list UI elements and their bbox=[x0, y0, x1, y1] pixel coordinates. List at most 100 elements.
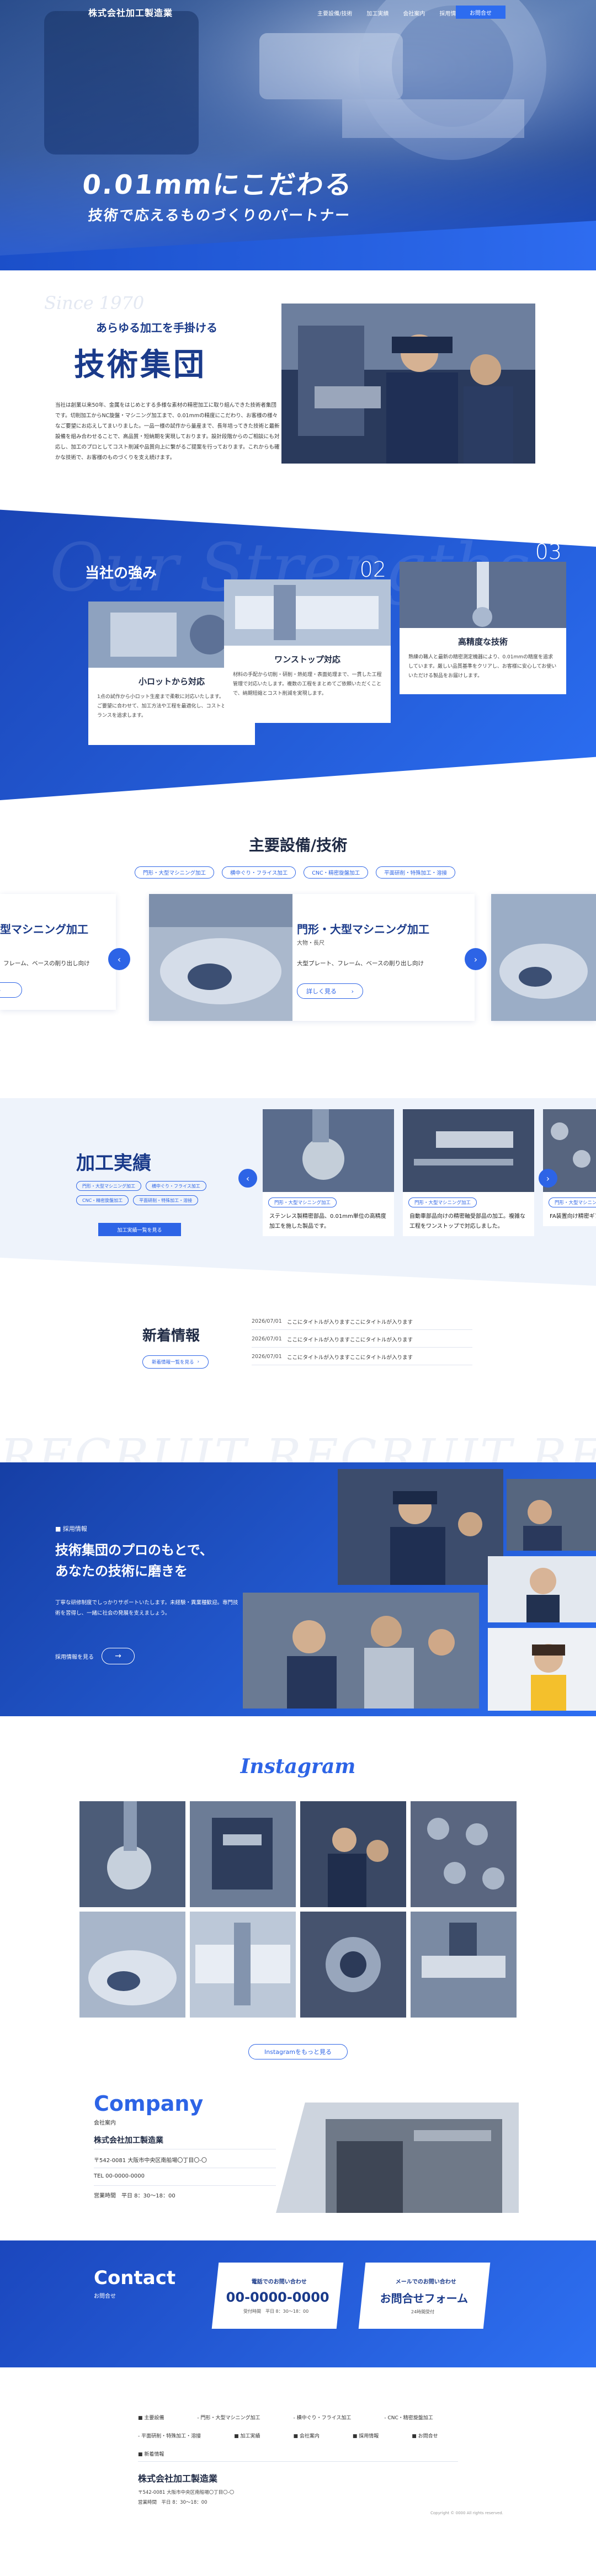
news-item[interactable]: 2026/07/01 ここにタイトルが入りますここにタイトルが入ります bbox=[252, 1349, 472, 1365]
company-section: Company 会社案内 株式会社加工製造業 〒542-0081 大阪市中央区南… bbox=[0, 2080, 596, 2240]
footer-nav-item[interactable]: - 門形・大型マシニング加工 bbox=[197, 2414, 276, 2421]
works-card[interactable]: 門形・大型マシニング加工 ステンレス製精密部品、0.01mm単位の高精度加工を施… bbox=[263, 1109, 394, 1236]
equipment-next-arrow-icon[interactable]: › bbox=[465, 948, 487, 970]
strength-card-text: 熟練の職人と最新の精密測定機器により、0.01mmの精度を追求しています。厳しい… bbox=[408, 654, 557, 679]
works-pill-grinding[interactable]: 平面研削・特殊加工・溶接 bbox=[133, 1195, 199, 1205]
chevron-right-icon: › bbox=[197, 1359, 199, 1365]
equipment-detail-label: 詳しく見る bbox=[306, 988, 337, 995]
square-bullet-icon: ■ bbox=[55, 1525, 63, 1532]
strengths-section: Our Strengths 当社の強み 01 小ロットから対応 1点の試作から小… bbox=[0, 491, 596, 800]
footer-nav-item[interactable]: ■ お問合せ bbox=[412, 2432, 454, 2439]
strength-photo-3 bbox=[400, 562, 566, 628]
instagram-post[interactable] bbox=[411, 1801, 517, 1907]
works-pill-cnc[interactable]: CNC・精密旋盤加工 bbox=[76, 1195, 129, 1205]
nav-item-company[interactable]: 会社案内 bbox=[403, 9, 425, 17]
equipment-prev-detail-button[interactable]: › bbox=[0, 982, 22, 998]
equipment-pill-cnc[interactable]: CNC・精密旋盤加工 bbox=[304, 866, 369, 879]
nav-item-equipment[interactable]: 主要設備/技術 bbox=[317, 9, 352, 17]
strength-card-title: ワンストップ対応 bbox=[274, 654, 340, 664]
equipment-category-pills: 門形・大型マシニング加工 横中ぐり・フライス加工 CNC・精密旋盤加工 平面研削… bbox=[135, 866, 456, 879]
equipment-slide-prev[interactable]: 型マシニング加工 フレーム、ベースの削り出し向け › bbox=[0, 894, 116, 1010]
footer-nav-label: 会社案内 bbox=[299, 2434, 320, 2439]
recruit-link-label: 採用情報を見る bbox=[55, 1654, 94, 1660]
equipment-pill-grinding[interactable]: 平面研削・特殊加工・溶接 bbox=[376, 866, 456, 879]
recruit-section: ■ 採用情報 技術集団のプロのもとで、 あなたの技術に磨きを 丁寧な研修制度でし… bbox=[0, 1462, 596, 1716]
footer-nav-item[interactable]: - 横中ぐり・フライス加工 bbox=[294, 2414, 368, 2421]
equipment-slide-text: フレーム、ベースの削り出し向け bbox=[3, 960, 90, 967]
instagram-post[interactable] bbox=[411, 1912, 517, 2018]
footer-nav-item[interactable]: ■ 主要設備 bbox=[138, 2414, 180, 2421]
hero-subline: 技術で応えるものづくりのパートナー bbox=[87, 207, 352, 224]
works-pill-boring[interactable]: 横中ぐり・フライス加工 bbox=[146, 1181, 206, 1191]
works-card[interactable]: 門形・大型マシニング加工 FA装置向け精密ギアの加工実績 bbox=[543, 1109, 596, 1226]
works-card-tag: 門形・大型マシニング加工 bbox=[268, 1197, 337, 1207]
recruit-label-text: 採用情報 bbox=[62, 1525, 87, 1532]
instagram-post[interactable] bbox=[190, 1801, 296, 1907]
header-contact-button[interactable]: お問合せ bbox=[456, 6, 505, 19]
contact-mail-box[interactable]: メールでのお問い合わせ お問合せフォーム 24時間受付 bbox=[358, 2263, 491, 2329]
contact-mail-hours: 24時間受付 bbox=[411, 2309, 435, 2314]
footer-nav-item[interactable]: ■ 会社案内 bbox=[294, 2432, 336, 2439]
hero-section: 株式会社加工製造業 主要設備/技術 加工実績 会社案内 採用情報 お問合せ 0.… bbox=[0, 0, 596, 270]
works-card-text: ステンレス製精密部品、0.01mm単位の高精度加工を施した製品です。 bbox=[269, 1214, 386, 1230]
equipment-prev-arrow-icon[interactable]: ‹ bbox=[108, 948, 130, 970]
equipment-slide-photo bbox=[149, 894, 292, 1021]
footer-nav-label: 新着情報 bbox=[144, 2452, 164, 2457]
works-pill-gantry[interactable]: 門形・大型マシニング加工 bbox=[76, 1181, 141, 1191]
instagram-post[interactable] bbox=[300, 1801, 406, 1907]
chevron-right-icon: › bbox=[0, 987, 1, 994]
instagram-post[interactable] bbox=[79, 1801, 185, 1907]
nav-item-works[interactable]: 加工実績 bbox=[366, 9, 389, 17]
global-nav: 主要設備/技術 加工実績 会社案内 採用情報 bbox=[317, 9, 476, 17]
contact-phone-label: 電話でのお問い合わせ bbox=[251, 2279, 307, 2285]
footer-nav-item[interactable]: - CNC・精密旋盤加工 bbox=[384, 2414, 449, 2421]
recruit-photo-5 bbox=[488, 1628, 596, 1711]
news-item[interactable]: 2026/07/01 ここにタイトルが入りますここにタイトルが入ります bbox=[252, 1313, 472, 1330]
footer-nav-item[interactable]: - 平面研削・特殊加工・溶接 bbox=[138, 2432, 217, 2439]
equipment-slide-next[interactable] bbox=[491, 894, 596, 1021]
recruit-title-line2: あなたの技術に磨きを bbox=[55, 1563, 188, 1579]
company-name: 株式会社加工製造業 bbox=[94, 2136, 163, 2145]
contact-title-ja: お問合せ bbox=[94, 2293, 116, 2300]
company-address: 〒542-0081 大阪市中央区南船場〇丁目〇-〇 bbox=[94, 2158, 207, 2164]
news-list-button[interactable]: 新着情報一覧を見る › bbox=[142, 1355, 209, 1369]
works-title: 加工実績 bbox=[76, 1152, 151, 1174]
equipment-pill-gantry[interactable]: 門形・大型マシニング加工 bbox=[135, 866, 215, 879]
equipment-slide-title: 型マシニング加工 bbox=[0, 923, 88, 936]
news-item[interactable]: 2026/07/01 ここにタイトルが入りますここにタイトルが入ります bbox=[252, 1331, 472, 1348]
site-logo[interactable]: 株式会社加工製造業 bbox=[88, 6, 173, 19]
contact-phone-box[interactable]: 電話でのお問い合わせ 00-0000-0000 受付時間 平日 8：30〜18：… bbox=[211, 2263, 344, 2329]
recruit-link[interactable]: 採用情報を見る → bbox=[55, 1648, 135, 1664]
recruit-title: 技術集団のプロのもとで、 あなたの技術に磨きを bbox=[55, 1540, 213, 1582]
instagram-more-button[interactable]: Instagramをもっと見る bbox=[248, 2044, 348, 2059]
footer-nav-label: CNC・精密旋盤加工 bbox=[387, 2415, 433, 2421]
equipment-detail-button[interactable]: 詳しく見る › bbox=[297, 983, 363, 999]
news-date: 2026/07/01 bbox=[252, 1354, 282, 1360]
footer-nav-item[interactable]: ■ 新着情報 bbox=[138, 2450, 180, 2457]
instagram-section: Instagram Instagramをもっと見る bbox=[0, 1716, 596, 2080]
company-title-en: Company bbox=[94, 2091, 204, 2116]
works-card[interactable]: 門形・大型マシニング加工 自動車部品向けの精密軸受部品の加工。複雑な工程をワンス… bbox=[403, 1109, 534, 1236]
works-prev-arrow-icon[interactable]: ‹ bbox=[238, 1169, 257, 1188]
equipment-slide-current: 門形・大型マシニング加工 大物・長尺 大型プレート、フレーム、ベースの削り出し向… bbox=[149, 894, 475, 1021]
instagram-post[interactable] bbox=[79, 1912, 185, 2018]
equipment-pill-boring[interactable]: 横中ぐり・フライス加工 bbox=[222, 866, 296, 879]
footer-nav-item[interactable]: ■ 加工実績 bbox=[234, 2432, 276, 2439]
works-card-photo bbox=[403, 1109, 534, 1192]
strength-card-text: 材料の手配から切削・研削・熱処理・表面処理まで、一貫した工程管理で対応いたします… bbox=[233, 672, 382, 697]
footer-nav-label: 平面研削・特殊加工・溶接 bbox=[141, 2434, 201, 2439]
instagram-post[interactable] bbox=[190, 1912, 296, 2018]
works-list-button[interactable]: 加工実績一覧を見る bbox=[98, 1223, 181, 1236]
works-card-tag: 門形・大型マシニング加工 bbox=[549, 1197, 596, 1207]
strength-photo-2 bbox=[224, 579, 391, 646]
about-subtitle: あらゆる加工を手掛ける bbox=[96, 321, 217, 334]
footer-nav-item[interactable]: ■ 採用情報 bbox=[353, 2432, 395, 2439]
equipment-slide-text: 大型プレート、フレーム、ベースの削り出し向け bbox=[297, 960, 424, 967]
company-title-ja: 会社案内 bbox=[94, 2120, 116, 2126]
contact-section: Contact お問合せ 電話でのお問い合わせ 00-0000-0000 受付時… bbox=[0, 2240, 596, 2389]
divider bbox=[138, 2461, 458, 2462]
footer-company-name: 株式会社加工製造業 bbox=[138, 2473, 218, 2484]
works-next-arrow-icon[interactable]: › bbox=[539, 1169, 557, 1188]
works-category-pills: 門形・大型マシニング加工 横中ぐり・フライス加工 CNC・精密旋盤加工 平面研削… bbox=[76, 1181, 236, 1205]
instagram-post[interactable] bbox=[300, 1912, 406, 2018]
